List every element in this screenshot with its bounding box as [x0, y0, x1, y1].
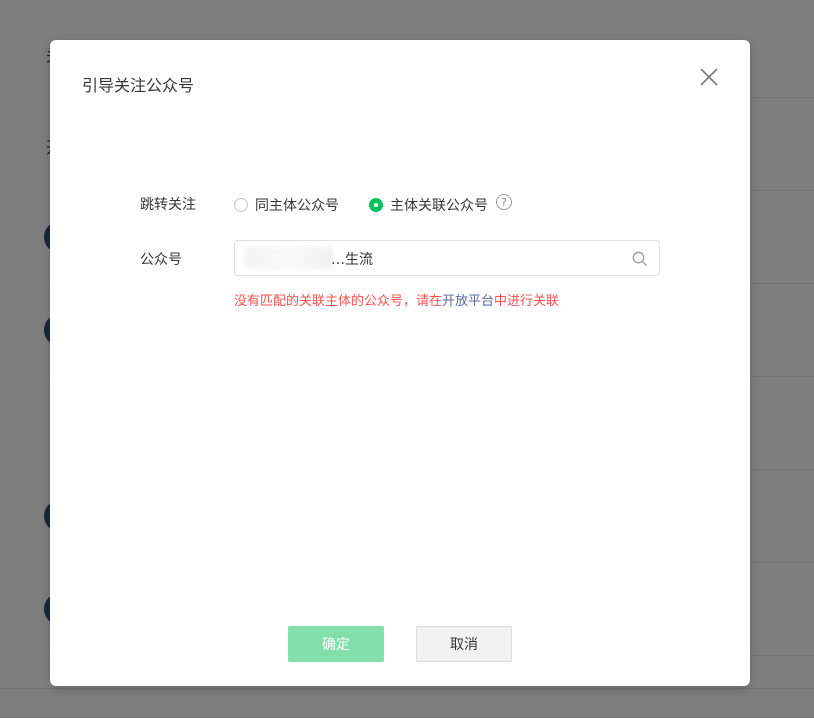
- cancel-button[interactable]: 取消: [416, 626, 512, 662]
- account-search-input[interactable]: …生流: [234, 240, 660, 276]
- radio-label: 主体关联公众号: [390, 198, 488, 214]
- confirm-button[interactable]: 确定: [288, 626, 384, 662]
- error-message: 没有匹配的关联主体的公众号，请在开放平台中进行关联: [234, 290, 559, 309]
- radio-circle-unchecked: [234, 198, 248, 212]
- close-icon: [700, 68, 718, 86]
- radio-same-entity[interactable]: 同主体公众号: [234, 195, 339, 215]
- error-text-prefix: 没有匹配的关联主体的公众号，请在: [234, 294, 443, 309]
- dialog-title: 引导关注公众号: [82, 76, 195, 95]
- error-text-suffix: 中进行关联: [494, 294, 560, 309]
- redacted-text: [245, 247, 333, 269]
- radio-related-entity[interactable]: 主体关联公众号: [369, 195, 488, 215]
- search-value: …生流: [331, 252, 373, 268]
- close-button[interactable]: [694, 62, 724, 92]
- guide-follow-dialog: 引导关注公众号 跳转关注 同主体公众号 主体关联公众号 ? 公众号 …生流 没有…: [50, 40, 750, 686]
- search-icon[interactable]: [631, 250, 649, 268]
- radio-label: 同主体公众号: [255, 198, 339, 214]
- open-platform-link[interactable]: 开放平台: [442, 294, 494, 309]
- jump-follow-label: 跳转关注: [140, 197, 196, 213]
- help-icon[interactable]: ?: [496, 194, 512, 210]
- radio-circle-checked: [369, 198, 383, 212]
- account-label: 公众号: [140, 252, 182, 268]
